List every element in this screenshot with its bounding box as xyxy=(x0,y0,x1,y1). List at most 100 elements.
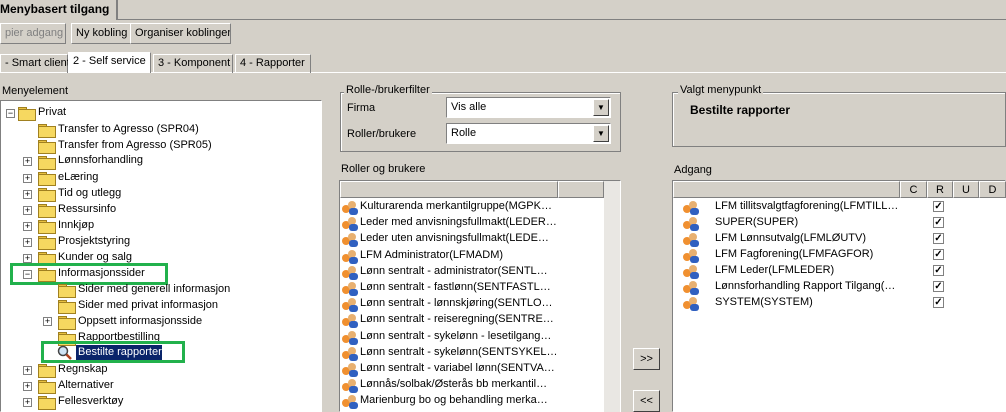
tree-item-innkjop[interactable]: Innkjøp xyxy=(58,219,94,235)
folder-icon xyxy=(38,140,56,154)
expand-icon[interactable]: + xyxy=(43,317,52,326)
access-row[interactable]: SUPER(SUPER) xyxy=(683,216,900,232)
dropdown-arrow-icon[interactable]: ▼ xyxy=(593,125,609,142)
access-role-name: SYSTEM(SYSTEM) xyxy=(715,296,813,308)
access-row[interactable]: LFM tillitsvalgtfagforening(LFMTILL… xyxy=(683,200,900,216)
read-checkbox[interactable]: ✓ xyxy=(933,265,944,276)
access-column-u[interactable]: U xyxy=(953,181,979,198)
access-role-name: LFM Lønnsutvalg(LFMLØUTV) xyxy=(715,232,866,244)
access-name-column-header[interactable] xyxy=(673,181,900,198)
menu-tree-heading: Menyelement xyxy=(2,85,69,97)
user-group-icon xyxy=(342,314,358,329)
access-column-c[interactable]: C xyxy=(900,181,927,198)
remove-access-button[interactable]: << xyxy=(633,390,660,412)
expand-icon[interactable]: + xyxy=(23,190,32,199)
tree-item-transfer-to[interactable]: Transfer to Agresso (SPR04) xyxy=(58,123,199,139)
expand-icon[interactable]: + xyxy=(23,254,32,263)
tab-komponent[interactable]: 3 - Komponent xyxy=(153,54,233,73)
tree-item-privat[interactable]: Privat xyxy=(38,106,66,122)
firma-label: Firma xyxy=(347,102,376,114)
role-name: Lønn sentralt - lønnskjøring(SENTLO… xyxy=(360,297,553,310)
expand-icon[interactable]: + xyxy=(23,238,32,247)
copy-access-button[interactable]: pier adgang xyxy=(0,23,66,44)
tree-item-prosjektstyring[interactable]: Prosjektstyring xyxy=(58,235,130,251)
access-row[interactable]: LFM Leder(LFMLEDER) xyxy=(683,264,900,280)
tree-item-oppsett-informasjonsside[interactable]: Oppsett informasjonsside xyxy=(78,315,202,331)
access-column-d[interactable]: D xyxy=(979,181,1006,198)
tree-item-informasjonssider[interactable]: Informasjonssider xyxy=(58,267,145,283)
tab-rapporter[interactable]: 4 - Rapporter xyxy=(235,54,311,73)
access-role-name: LFM Leder(LFMLEDER) xyxy=(715,264,835,276)
tree-item-regnskap[interactable]: Regnskap xyxy=(58,363,108,379)
expand-icon[interactable]: + xyxy=(23,222,32,231)
collapse-icon[interactable]: − xyxy=(6,109,15,118)
roles-scrollbar[interactable] xyxy=(604,181,620,412)
read-checkbox[interactable]: ✓ xyxy=(933,233,944,244)
roles-label: Roller/brukere xyxy=(347,128,417,140)
role-name: Leder med anvisningsfullmakt(LEDER… xyxy=(360,216,557,229)
selected-menu-group xyxy=(672,92,1006,147)
access-column-r[interactable]: R xyxy=(927,181,953,198)
expand-icon[interactable]: + xyxy=(23,382,32,391)
user-group-icon xyxy=(683,265,699,279)
new-link-button[interactable]: Ny kobling xyxy=(71,23,131,44)
tree-item-tid-og-utlegg[interactable]: Tid og utlegg xyxy=(58,187,121,203)
access-row[interactable]: LFM Fagforening(LFMFAGFOR) xyxy=(683,248,900,264)
menu-tree-items: − Privat Transfer to Agresso (SPR04) Tra… xyxy=(0,100,322,412)
read-checkbox[interactable]: ✓ xyxy=(933,217,944,228)
dropdown-arrow-icon[interactable]: ▼ xyxy=(593,99,609,116)
tree-item-alternativer[interactable]: Alternativer xyxy=(58,379,114,395)
folder-icon xyxy=(38,204,56,218)
folder-icon xyxy=(38,380,56,394)
tab-self-service[interactable]: 2 - Self service xyxy=(68,52,151,73)
expand-icon[interactable]: + xyxy=(23,157,32,166)
expand-icon[interactable]: + xyxy=(23,206,32,215)
folder-icon xyxy=(38,172,56,186)
user-group-icon xyxy=(683,249,699,263)
tree-item-transfer-from[interactable]: Transfer from Agresso (SPR05) xyxy=(58,139,212,155)
roles-dropdown[interactable]: Rolle ▼ xyxy=(446,123,611,144)
tree-item-bestilte-rapporter[interactable]: Bestilte rapporter xyxy=(76,345,162,360)
role-name: Lønn sentralt - sykelønn(SENTSYKEL… xyxy=(360,345,558,358)
expand-icon[interactable]: + xyxy=(23,398,32,407)
access-row[interactable]: SYSTEM(SYSTEM) xyxy=(683,296,900,312)
tree-item-fellesverktoy[interactable]: Fellesverktøy xyxy=(58,395,123,411)
tree-item-lonnsforhandling[interactable]: Lønnsforhandling xyxy=(58,154,143,170)
user-group-icon xyxy=(342,379,358,394)
tree-item-generell-info[interactable]: Sider med generell informasjon xyxy=(78,283,230,299)
tab-smart-client[interactable]: - Smart client xyxy=(0,54,70,73)
expand-icon[interactable]: + xyxy=(23,366,32,375)
tree-item-privat-info[interactable]: Sider med privat informasjon xyxy=(78,299,218,315)
firma-dropdown[interactable]: Vis alle ▼ xyxy=(446,97,611,118)
roles-column-header-2[interactable] xyxy=(558,181,604,198)
access-role-name: LFM Fagforening(LFMFAGFOR) xyxy=(715,248,874,260)
collapse-icon[interactable]: − xyxy=(23,270,32,279)
access-heading: Adgang xyxy=(674,164,712,176)
user-group-icon xyxy=(342,363,358,377)
tree-item-elaering[interactable]: eLæring xyxy=(58,171,98,187)
access-row[interactable]: LFM Lønnsutvalg(LFMLØUTV) xyxy=(683,232,900,248)
window-tab[interactable]: Menybasert tilgang xyxy=(0,0,118,20)
folder-icon xyxy=(58,284,76,298)
magnifier-icon xyxy=(57,345,72,360)
access-row[interactable]: Lønnsforhandling Rapport Tilgang(… xyxy=(683,280,900,296)
expand-icon[interactable]: + xyxy=(23,174,32,183)
user-group-icon xyxy=(342,298,358,313)
toolbar: pier adgang Ny kobling Organiser kobling… xyxy=(0,21,1006,46)
read-checkbox[interactable]: ✓ xyxy=(933,281,944,292)
role-name: Lønn sentralt - sykelønn - lesetilgang… xyxy=(360,329,552,342)
user-group-icon xyxy=(683,297,699,311)
user-group-icon xyxy=(342,201,358,215)
read-checkbox[interactable]: ✓ xyxy=(933,201,944,212)
folder-icon xyxy=(38,220,56,234)
roles-column-header[interactable] xyxy=(340,181,558,198)
roles-rows: Kulturarenda merkantilgruppe(MGPK… Leder … xyxy=(340,198,604,412)
organize-links-button[interactable]: Organiser koblinger xyxy=(130,23,231,44)
folder-icon xyxy=(58,316,76,330)
add-access-button[interactable]: >> xyxy=(633,348,660,370)
role-name: Kulturarenda merkantilgruppe(MGPK… xyxy=(360,200,552,212)
read-checkbox[interactable]: ✓ xyxy=(933,249,944,260)
tree-item-ressursinfo[interactable]: Ressursinfo xyxy=(58,203,116,219)
user-group-icon xyxy=(342,217,358,232)
read-checkbox[interactable]: ✓ xyxy=(933,297,944,308)
